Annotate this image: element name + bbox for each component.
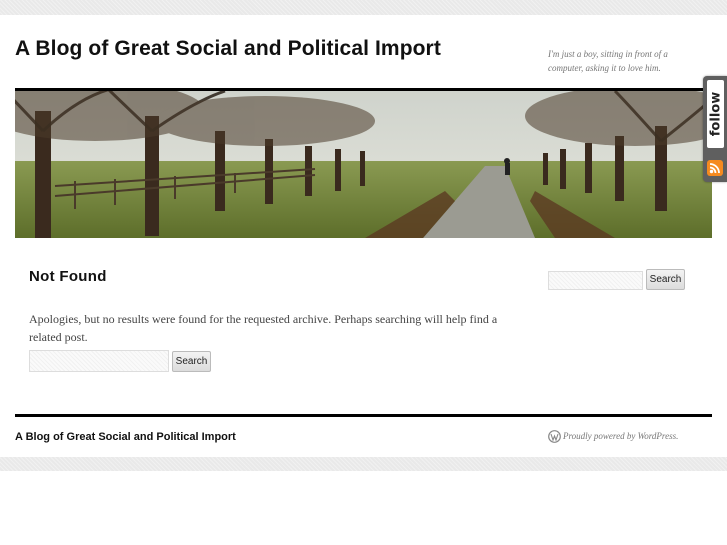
header-image[interactable] [15,88,712,238]
main-search-input[interactable] [29,350,169,372]
credit-text: Proudly powered by WordPress. [563,431,679,441]
follow-label: follow [707,80,724,148]
follow-tab[interactable]: follow [703,76,727,182]
site-title[interactable]: A Blog of Great Social and Political Imp… [15,37,441,61]
site-tagline: I'm just a boy, sitting in front of a co… [548,49,668,73]
page-container: A Blog of Great Social and Political Imp… [0,15,727,457]
page-title: Not Found [29,268,107,285]
header-image-photo [15,91,712,238]
rss-icon[interactable] [707,160,723,176]
footer-site-title[interactable]: A Blog of Great Social and Political Imp… [15,431,236,443]
main-search-button[interactable]: Search [172,351,211,372]
sidebar-search-input[interactable] [548,271,643,290]
footer-divider [15,414,712,417]
wordpress-icon [548,430,561,443]
not-found-message: Apologies, but no results were found for… [29,312,498,344]
sidebar-search-button[interactable]: Search [646,269,685,290]
